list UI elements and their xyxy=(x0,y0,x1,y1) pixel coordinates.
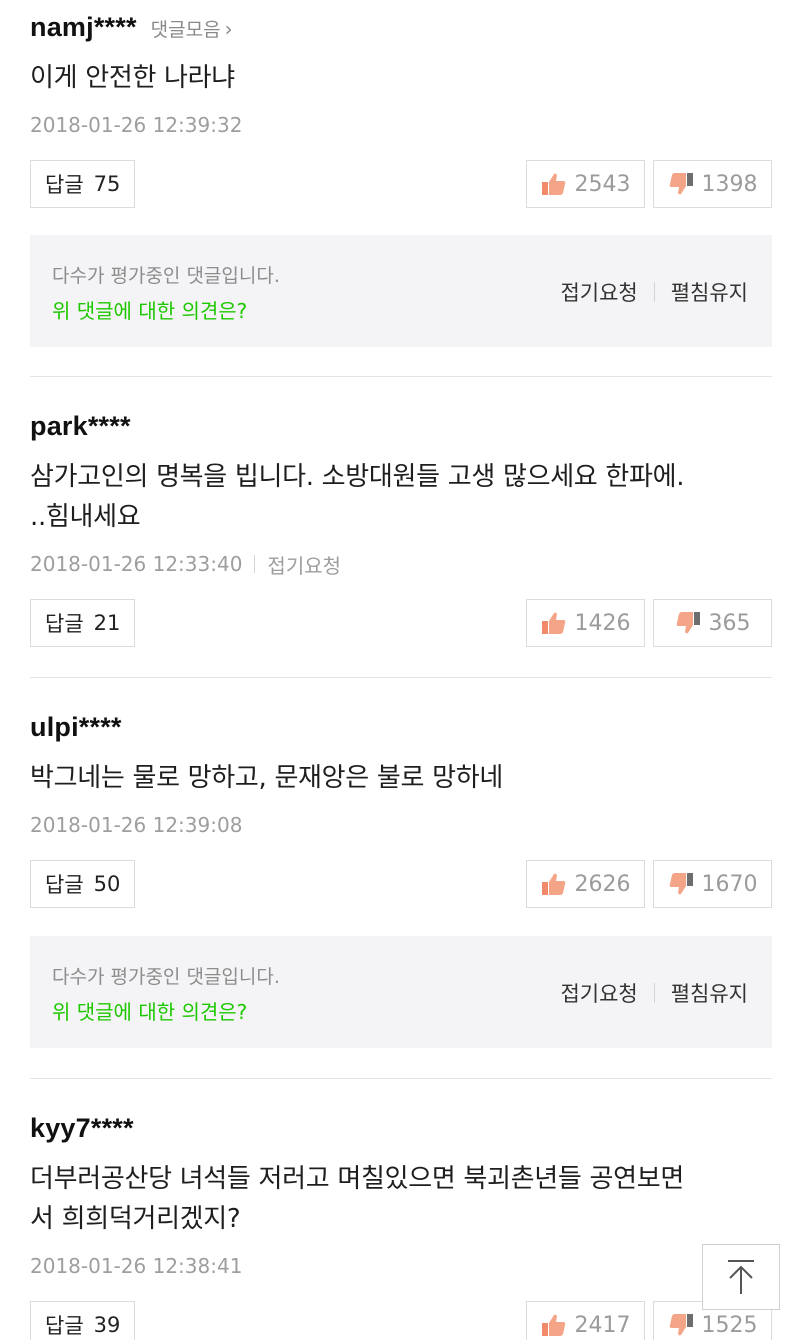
comment-collection-link[interactable]: 댓글모음 › xyxy=(151,15,233,42)
like-button[interactable]: 2626 xyxy=(526,860,645,908)
thumbs-down-icon xyxy=(669,173,693,195)
evaluation-notice: 다수가 평가중인 댓글입니다. xyxy=(52,966,280,988)
divider xyxy=(30,677,772,678)
comment-text-line: 삼가고인의 명복을 빕니다. 소방대원들 고생 많으세요 한파에. xyxy=(30,462,685,492)
comment-header: namj**** 댓글모음 › xyxy=(30,12,772,52)
reply-label: 답글 xyxy=(45,173,84,197)
comment-text: 이게 안전한 나라냐 xyxy=(30,58,772,98)
comment-actions: 답글 39 2417 1525 xyxy=(30,1301,772,1340)
divider xyxy=(653,282,655,302)
comment-text-line: 더부러공산당 녀석들 저러고 며칠있으면 북괴촌년들 공연보면 xyxy=(30,1164,684,1194)
comment-text: 박그네는 물로 망하고, 문재앙은 불로 망하네 xyxy=(30,758,772,798)
thumbs-up-icon xyxy=(541,1314,565,1336)
comment-meta: 2018-01-26 12:39:08 xyxy=(30,810,772,840)
like-button[interactable]: 1426 xyxy=(526,599,645,647)
scroll-to-top-button[interactable] xyxy=(702,1244,780,1310)
reply-label: 답글 xyxy=(45,612,84,636)
dislike-button[interactable]: 365 xyxy=(653,599,772,647)
evaluation-options: 접기요청 펼침유지 xyxy=(560,277,748,307)
evaluation-options: 접기요청 펼침유지 xyxy=(560,978,748,1008)
comment-timestamp: 2018-01-26 12:39:08 xyxy=(30,813,243,837)
reply-count: 39 xyxy=(93,1313,121,1337)
chevron-right-icon: › xyxy=(224,16,233,41)
comment-timestamp: 2018-01-26 12:39:32 xyxy=(30,113,243,137)
evaluation-box: 다수가 평가중인 댓글입니다. 위 댓글에 대한 의견은? 접기요청 펼침유지 xyxy=(30,936,772,1048)
vote-group: 2626 1670 xyxy=(518,860,772,908)
comment-text-line: 박그네는 물로 망하고, 문재앙은 불로 망하네 xyxy=(30,763,503,793)
reply-button[interactable]: 답글 21 xyxy=(30,599,136,647)
divider xyxy=(254,555,256,573)
dislike-count: 1670 xyxy=(701,871,758,897)
arrow-up-icon xyxy=(728,1260,754,1294)
dislike-button[interactable]: 1670 xyxy=(653,860,772,908)
like-count: 2417 xyxy=(574,1312,631,1338)
comment: kyy7**** 더부러공산당 녀석들 저러고 며칠있으면 북괴촌년들 공연보면… xyxy=(30,1113,772,1340)
thumbs-up-icon xyxy=(541,173,565,195)
like-button[interactable]: 2543 xyxy=(526,160,645,208)
fold-request-link[interactable]: 접기요청 xyxy=(267,550,341,579)
comment-header: kyy7**** xyxy=(30,1113,772,1153)
comment-header: park**** xyxy=(30,411,772,451)
comment: park**** 삼가고인의 명복을 빕니다. 소방대원들 고생 많으세요 한파… xyxy=(30,411,772,647)
comment-author[interactable]: namj**** xyxy=(30,12,137,43)
dislike-count: 1525 xyxy=(701,1312,758,1338)
comment-actions: 답글 75 2543 1398 xyxy=(30,160,772,208)
evaluation-question: 위 댓글에 대한 의견은? xyxy=(52,299,248,323)
reply-label: 답글 xyxy=(45,873,84,897)
thumbs-down-icon xyxy=(669,873,693,895)
reply-label: 답글 xyxy=(45,1314,84,1338)
comment: ulpi**** 박그네는 물로 망하고, 문재앙은 불로 망하네 2018-0… xyxy=(30,712,772,908)
thumbs-up-icon xyxy=(541,873,565,895)
comment-author[interactable]: kyy7**** xyxy=(30,1113,134,1144)
comment-text: 삼가고인의 명복을 빕니다. 소방대원들 고생 많으세요 한파에. ..힘내세요 xyxy=(30,457,772,537)
evaluation-notice: 다수가 평가중인 댓글입니다. xyxy=(52,265,280,287)
comment-text-line: 서 희희덕거리겠지? xyxy=(30,1204,241,1234)
reply-count: 21 xyxy=(93,611,121,635)
comment: namj**** 댓글모음 › 이게 안전한 나라냐 2018-01-26 12… xyxy=(30,12,772,208)
divider xyxy=(30,376,772,377)
comment-timestamp: 2018-01-26 12:33:40 xyxy=(30,552,243,576)
dislike-count: 1398 xyxy=(701,171,758,197)
comment-author[interactable]: park**** xyxy=(30,411,131,442)
comment-meta: 2018-01-26 12:39:32 xyxy=(30,110,772,140)
divider xyxy=(653,983,655,1003)
thumbs-down-icon xyxy=(669,1314,693,1336)
like-count: 2626 xyxy=(574,871,631,897)
like-count: 2543 xyxy=(574,171,631,197)
reply-button[interactable]: 답글 39 xyxy=(30,1301,136,1340)
reply-count: 75 xyxy=(93,172,121,196)
thumbs-down-icon xyxy=(676,612,700,634)
keep-open-button[interactable]: 펼침유지 xyxy=(671,978,748,1008)
dislike-count: 365 xyxy=(708,610,751,636)
comment-text: 더부러공산당 녀석들 저러고 며칠있으면 북괴촌년들 공연보면 서 희희덕거리겠… xyxy=(30,1159,772,1239)
dislike-button[interactable]: 1398 xyxy=(653,160,772,208)
like-button[interactable]: 2417 xyxy=(526,1301,645,1340)
reply-count: 50 xyxy=(93,872,121,896)
fold-request-button[interactable]: 접기요청 xyxy=(560,277,637,307)
comment-meta: 2018-01-26 12:38:41 xyxy=(30,1251,772,1281)
evaluation-box: 다수가 평가중인 댓글입니다. 위 댓글에 대한 의견은? 접기요청 펼침유지 xyxy=(30,235,772,347)
comment-actions: 답글 21 1426 365 xyxy=(30,599,772,647)
keep-open-button[interactable]: 펼침유지 xyxy=(671,277,748,307)
vote-group: 1426 365 xyxy=(518,599,772,647)
reply-button[interactable]: 답글 50 xyxy=(30,860,136,908)
comment-timestamp: 2018-01-26 12:38:41 xyxy=(30,1254,243,1278)
vote-group: 2543 1398 xyxy=(518,160,772,208)
reply-button[interactable]: 답글 75 xyxy=(30,160,136,208)
comment-header: ulpi**** xyxy=(30,712,772,752)
fold-request-button[interactable]: 접기요청 xyxy=(560,978,637,1008)
thumbs-up-icon xyxy=(541,612,565,634)
evaluation-question: 위 댓글에 대한 의견은? xyxy=(52,1000,248,1024)
comment-actions: 답글 50 2626 1670 xyxy=(30,860,772,908)
comment-author[interactable]: ulpi**** xyxy=(30,712,122,743)
like-count: 1426 xyxy=(574,610,631,636)
divider xyxy=(30,1078,772,1079)
comment-collection-label: 댓글모음 xyxy=(150,19,221,41)
comment-text-line: ..힘내세요 xyxy=(30,502,141,532)
comment-meta: 2018-01-26 12:33:40 접기요청 xyxy=(30,549,772,579)
comment-text-line: 이게 안전한 나라냐 xyxy=(30,63,235,93)
